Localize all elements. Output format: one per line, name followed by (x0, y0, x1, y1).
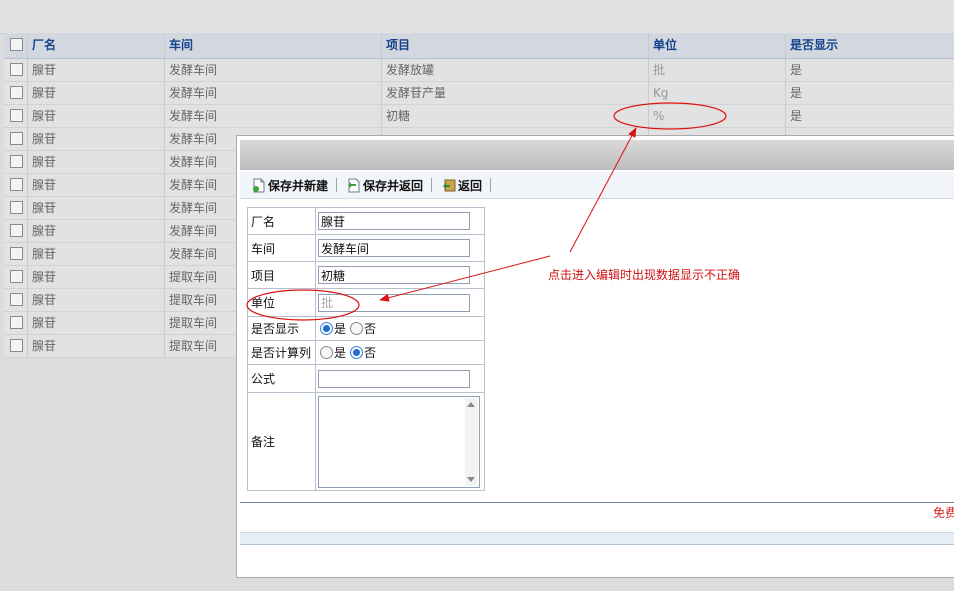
unit-input[interactable] (318, 293, 470, 312)
cell-factory: 腺苷 (28, 82, 165, 104)
row-checkbox[interactable] (4, 174, 28, 196)
cell-item: 发酵放罐 (382, 59, 649, 81)
cell-factory: 腺苷 (28, 128, 165, 150)
cell-display: 是 (790, 86, 803, 100)
cell-factory: 腺苷 (28, 59, 165, 81)
footer-text: 免费 (932, 506, 954, 520)
scroll-down-icon[interactable] (467, 476, 475, 482)
grid-header: 厂名 车间 项目 单位 是否显示 (4, 33, 954, 59)
cell-display: 是 (790, 63, 803, 77)
display-yes-radio[interactable] (320, 322, 333, 335)
row-checkbox[interactable] (4, 151, 28, 173)
row-checkbox[interactable] (4, 335, 28, 357)
save-and-new-label: 保存并新建 (268, 178, 329, 193)
cell-factory: 腺苷 (28, 105, 165, 127)
workshop-input[interactable] (318, 239, 470, 257)
cell-factory: 腺苷 (28, 243, 165, 265)
calc-yes-text: 是 (334, 346, 347, 360)
col-header-display[interactable]: 是否显示 (786, 33, 954, 58)
row-checkbox[interactable] (4, 243, 28, 265)
remark-scrollbar[interactable] (465, 397, 478, 486)
row-checkbox[interactable] (4, 289, 28, 311)
calc-no-text: 否 (364, 346, 377, 360)
save-and-return-label: 保存并返回 (363, 178, 424, 193)
annotation-note: 点击进入编辑时出现数据显示不正确 (548, 268, 741, 282)
remark-label: 备注 (247, 392, 316, 491)
calc-yes-radio[interactable] (320, 346, 333, 359)
toolbar-separator (490, 178, 492, 192)
cell-factory: 腺苷 (28, 312, 165, 334)
dialog-title-bar[interactable] (240, 140, 954, 170)
cell-workshop: 发酵车间 (165, 82, 382, 104)
toolbar-separator (431, 178, 433, 192)
cell-factory: 腺苷 (28, 335, 165, 357)
col-header-item[interactable]: 项目 (382, 33, 649, 58)
edit-dialog: 保存并新建 保存并返回 返回 厂名 车间 (236, 135, 954, 578)
row-checkbox[interactable] (4, 128, 28, 150)
dialog-toolbar: 保存并新建 保存并返回 返回 (240, 172, 954, 199)
display-no-text: 否 (364, 322, 377, 336)
row-checkbox[interactable] (4, 312, 28, 334)
cell-unit: Kg (649, 82, 786, 104)
save-and-return-button[interactable]: 保存并返回 (347, 177, 423, 194)
calc-no-radio[interactable] (350, 346, 364, 359)
new-document-icon (253, 178, 265, 192)
cell-display: 是 (790, 109, 803, 123)
scroll-up-icon[interactable] (467, 401, 475, 407)
return-icon (443, 179, 456, 191)
cell-factory: 腺苷 (28, 289, 165, 311)
cell-factory: 腺苷 (28, 174, 165, 196)
row-checkbox[interactable] (4, 197, 28, 219)
cell-item: 发酵苷产量 (382, 82, 649, 104)
col-header-unit[interactable]: 单位 (649, 33, 786, 58)
row-checkbox[interactable] (4, 220, 28, 242)
formula-input[interactable] (318, 369, 470, 388)
cell-item: 初糖 (382, 105, 649, 127)
row-checkbox[interactable] (4, 82, 28, 104)
save-return-icon (348, 178, 360, 192)
row-checkbox[interactable] (4, 266, 28, 288)
toolbar-separator (336, 178, 338, 192)
workshop-label: 车间 (247, 234, 316, 262)
row-checkbox[interactable] (4, 105, 28, 127)
select-all-checkbox[interactable] (4, 33, 28, 58)
factory-input[interactable] (318, 212, 470, 230)
cell-unit: % (649, 105, 786, 127)
remark-textarea[interactable] (318, 395, 480, 488)
edit-form: 厂名 车间 项目 单位 是否显示 是否 是否计算列 是否 公式 (247, 207, 485, 491)
cell-factory: 腺苷 (28, 266, 165, 288)
calc-column-label: 是否计算列 (247, 340, 316, 365)
item-input[interactable] (318, 266, 470, 284)
cell-factory: 腺苷 (28, 197, 165, 219)
return-button[interactable]: 返回 (442, 177, 482, 194)
table-row[interactable]: 腺苷 发酵车间 初糖% 是 (4, 105, 954, 128)
table-row[interactable]: 腺苷 发酵车间 发酵放罐批是 (4, 59, 954, 82)
return-label: 返回 (458, 178, 483, 193)
item-label: 项目 (247, 261, 316, 289)
col-header-factory[interactable]: 厂名 (28, 33, 165, 58)
row-checkbox[interactable] (4, 59, 28, 81)
footer-divider (240, 502, 954, 503)
cell-factory: 腺苷 (28, 220, 165, 242)
display-yes-text: 是 (334, 322, 347, 336)
factory-label: 厂名 (247, 207, 316, 235)
cell-factory: 腺苷 (28, 151, 165, 173)
save-and-new-button[interactable]: 保存并新建 (252, 177, 328, 194)
unit-label: 单位 (247, 288, 316, 317)
cell-workshop: 发酵车间 (165, 105, 382, 127)
cell-workshop: 发酵车间 (165, 59, 382, 81)
col-header-workshop[interactable]: 车间 (165, 33, 382, 58)
formula-label: 公式 (247, 364, 316, 393)
display-label: 是否显示 (247, 316, 316, 341)
display-no-radio[interactable] (350, 322, 364, 335)
top-toolbar-strip (0, 0, 954, 34)
footer-bar (240, 532, 954, 545)
cell-unit: 批 (649, 59, 786, 81)
table-row[interactable]: 腺苷 发酵车间 发酵苷产量 Kg 是 (4, 82, 954, 105)
